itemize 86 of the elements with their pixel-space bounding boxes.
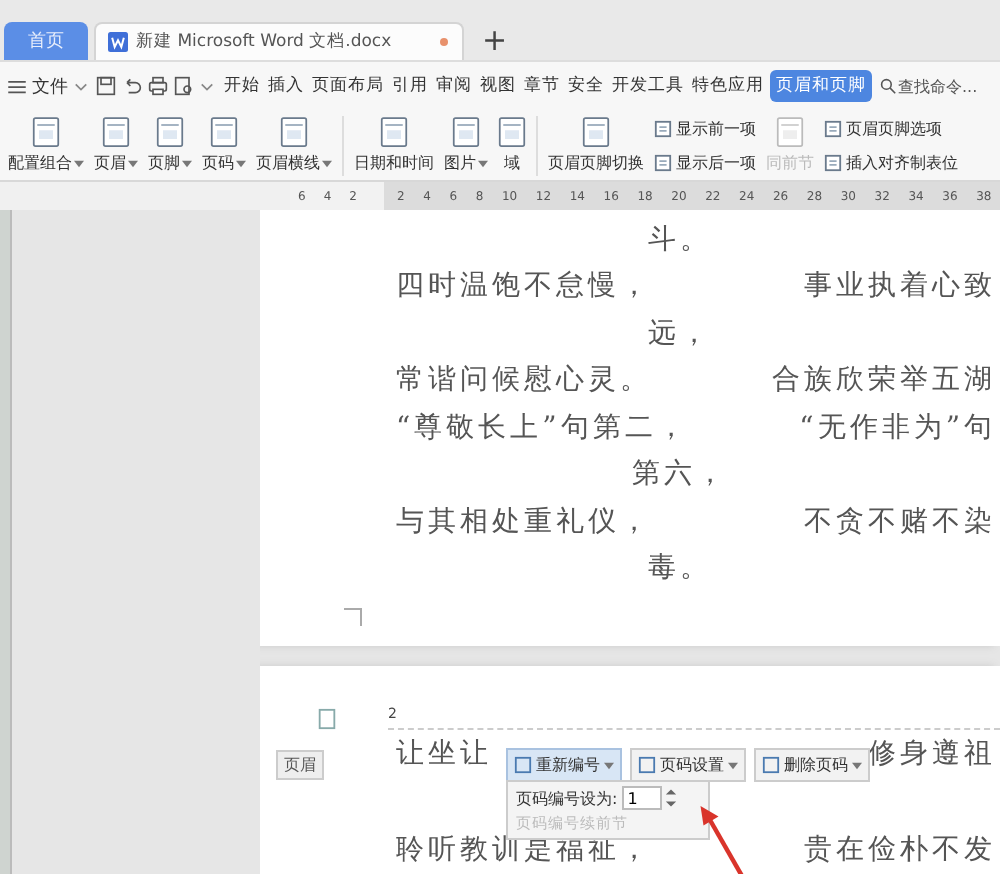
page-icon xyxy=(32,116,60,148)
popup-button[interactable]: 重新编号 xyxy=(506,748,622,782)
ribbon-button[interactable]: 日期和时间 xyxy=(354,116,434,174)
caret-icon xyxy=(322,159,332,167)
field-label: 页码编号设为: xyxy=(516,787,618,809)
ribbon-button[interactable]: 插入对齐制表位 xyxy=(824,151,958,173)
page-icon xyxy=(498,116,526,148)
caret-icon xyxy=(852,761,862,769)
poem-line: 远， xyxy=(648,315,712,352)
page-icon xyxy=(824,119,842,137)
ribbon-button[interactable]: 域 xyxy=(498,116,526,174)
page-icon xyxy=(654,119,672,137)
popup-button[interactable]: 删除页码 xyxy=(754,748,870,782)
poem-line: 修身遵祖 xyxy=(868,736,996,772)
ribbon-button[interactable]: 配置组合 xyxy=(8,116,84,174)
page-icon xyxy=(654,153,672,171)
caret-icon xyxy=(128,159,138,167)
poem-line: 让坐让 xyxy=(396,736,492,772)
poem-line: 第六， xyxy=(632,456,728,493)
page-icon xyxy=(824,153,842,171)
poem-line: 事业执着心致 xyxy=(804,268,996,305)
caret-icon xyxy=(478,159,488,167)
ribbon-button[interactable]: 页码 xyxy=(202,116,246,174)
page-icon xyxy=(514,756,532,774)
tab-title: 新建 Microsoft Word 文档.docx xyxy=(136,30,392,54)
poem-line: 四时温饱不怠慢， xyxy=(396,268,652,305)
undo-icon[interactable] xyxy=(122,76,142,96)
number-field[interactable]: 1 xyxy=(621,786,662,810)
document-tab[interactable]: 新建 Microsoft Word 文档.docx xyxy=(94,22,464,60)
ribbon-button[interactable]: 图片 xyxy=(444,116,488,174)
poem-line: 贵在俭朴不发 xyxy=(804,832,996,868)
caret-icon xyxy=(74,159,84,167)
search-field[interactable]: 查找命令... xyxy=(880,77,990,95)
page-icon xyxy=(102,116,130,148)
ribbon-button[interactable]: 显示前一项 xyxy=(654,117,756,139)
page-icon xyxy=(582,116,610,148)
poem-line: 常谐问候慰心灵。 xyxy=(396,362,652,399)
menu-icon xyxy=(8,79,26,93)
save-icon[interactable] xyxy=(96,76,116,96)
ribbon-button[interactable]: 页眉横线 xyxy=(256,116,332,174)
caret-icon xyxy=(604,761,614,769)
page-icon xyxy=(210,116,238,148)
ribbon-button[interactable]: 页眉 xyxy=(94,116,138,174)
print-icon[interactable] xyxy=(148,76,168,96)
menu-tab[interactable]: 开发工具 xyxy=(610,70,686,102)
menu-tab[interactable]: 页面布局 xyxy=(310,70,386,102)
poem-line: “无作非为”句 xyxy=(799,409,996,446)
poem-line: 斗。 xyxy=(648,221,712,258)
menu-tab[interactable]: 视图 xyxy=(478,70,518,102)
page-icon xyxy=(280,116,308,148)
menu-tab[interactable]: 特色应用 xyxy=(690,70,766,102)
menu-tab[interactable]: 插入 xyxy=(266,70,306,102)
caret-icon xyxy=(728,761,738,769)
file-menu[interactable]: 文件 xyxy=(8,73,88,99)
page-icon xyxy=(316,708,338,730)
page-icon xyxy=(638,756,656,774)
poem-line: “尊敬长上”句第二， xyxy=(396,409,689,446)
poem-line: 不贪不赌不染 xyxy=(804,503,996,540)
menu-tab[interactable]: 开始 xyxy=(222,70,262,102)
menu-tab[interactable]: 章节 xyxy=(522,70,562,102)
caret-icon xyxy=(74,81,88,91)
caret-icon xyxy=(236,159,246,167)
page-icon xyxy=(380,116,408,148)
new-tab-button[interactable]: + xyxy=(482,20,508,60)
ribbon-button[interactable]: 页眉页脚选项 xyxy=(824,117,958,139)
menu-tab[interactable]: 审阅 xyxy=(434,70,474,102)
poem-line: 合族欣荣举五湖 xyxy=(772,362,996,399)
ribbon-button[interactable]: 页脚 xyxy=(148,116,192,174)
search-icon xyxy=(880,78,896,94)
poem-line: 毒。 xyxy=(648,550,712,587)
preview-icon[interactable] xyxy=(174,76,194,96)
caret-icon[interactable] xyxy=(200,81,214,91)
page-icon xyxy=(776,116,804,148)
page-icon xyxy=(156,116,184,148)
menu-tab[interactable]: 引用 xyxy=(390,70,430,102)
caret-icon xyxy=(182,159,192,167)
popup-button[interactable]: 页码设置 xyxy=(630,748,746,782)
ribbon-button[interactable]: 显示后一项 xyxy=(654,151,756,173)
header-label: 页眉 xyxy=(276,750,324,780)
document-icon xyxy=(108,32,128,52)
poem-line: 与其相处重礼仪， xyxy=(396,503,652,540)
menu-tab[interactable]: 页眉和页脚 xyxy=(770,70,872,102)
page-icon xyxy=(452,116,480,148)
page-icon xyxy=(762,756,780,774)
menu-tab[interactable]: 安全 xyxy=(566,70,606,102)
ribbon-button[interactable]: 页眉页脚切换 xyxy=(548,116,644,174)
